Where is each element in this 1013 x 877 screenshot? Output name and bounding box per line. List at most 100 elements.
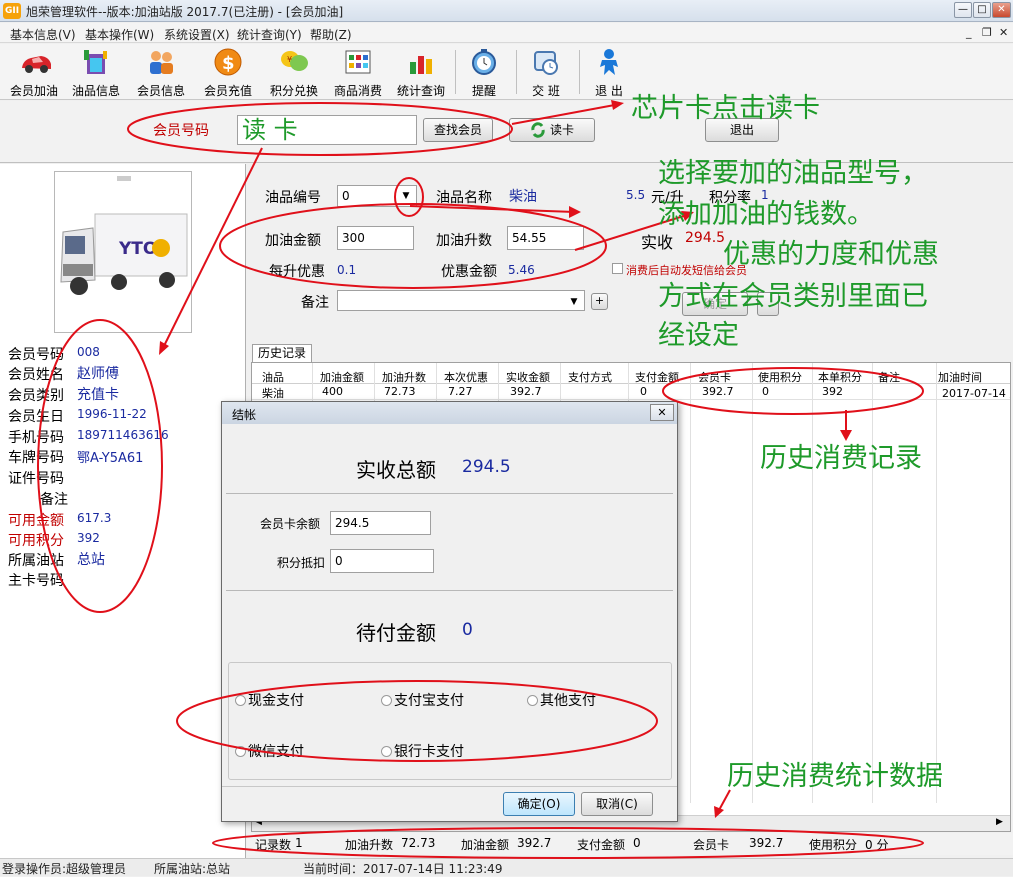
annotation-history-record: 历史消费记录: [760, 443, 922, 474]
toolbar-member-recharge[interactable]: $ 会员充值: [198, 48, 258, 98]
column-header[interactable]: 备注: [878, 369, 900, 385]
find-member-button[interactable]: 查找会员: [423, 118, 493, 142]
summary-liters-label: 加油升数: [345, 838, 394, 852]
toolbar-member-info[interactable]: 会员信息: [131, 48, 191, 98]
column-header[interactable]: 加油升数: [382, 369, 426, 385]
status-time: 当前时间：2017-07-14日 11:23:49: [303, 862, 503, 876]
menu-basic-ops[interactable]: 基本操作(W): [85, 26, 154, 43]
toolbar-exit[interactable]: 退 出: [579, 48, 639, 98]
mdi-restore-button[interactable]: ❐: [982, 26, 992, 39]
menu-settings[interactable]: 系统设置(X): [164, 26, 230, 43]
toolbar-member-fuel[interactable]: 会员加油: [4, 48, 64, 98]
radio-other-payment[interactable]: 其他支付: [527, 690, 596, 710]
table-cell: 柴油: [262, 387, 284, 400]
member-station-value: 总站: [77, 552, 105, 568]
toolbar-shift-change[interactable]: 交 班: [516, 48, 576, 98]
oil-icon: [81, 48, 111, 76]
app-icon: GII: [3, 3, 21, 19]
fuel-liters-label: 加油升数: [436, 233, 492, 249]
chevron-down-icon[interactable]: ▼: [398, 186, 414, 206]
member-available-points-label: 可用积分: [8, 533, 64, 549]
member-number-label: 会员号码: [153, 123, 209, 139]
annotation-chip-card: 芯片卡点击读卡: [631, 93, 820, 124]
mdi-minimize-button[interactable]: _: [966, 26, 972, 39]
radio-cash-payment[interactable]: 现金支付: [235, 690, 304, 710]
column-header[interactable]: 实收金额: [506, 369, 550, 385]
menu-basic-info[interactable]: 基本信息(V): [10, 26, 76, 43]
table-cell: 392.7: [510, 385, 542, 398]
toolbar-reminder[interactable]: 提醒: [454, 48, 514, 98]
maximize-button[interactable]: □: [973, 2, 991, 18]
member-photo: YTO: [54, 171, 192, 333]
fuel-liters-input[interactable]: 54.55: [507, 226, 584, 250]
dialog-total-label: 实收总额: [356, 458, 436, 482]
toolbar-points-exchange[interactable]: ¥ 积分兑换: [264, 48, 324, 98]
chevron-down-icon[interactable]: ▼: [566, 291, 582, 310]
remark-select[interactable]: ▼: [337, 290, 585, 311]
summary-count-label: 记录数: [255, 838, 292, 852]
sms-checkbox[interactable]: [612, 263, 623, 274]
column-header[interactable]: 加油时间: [938, 369, 982, 385]
member-phone-value: 189711463616: [77, 428, 169, 442]
fuel-code-select[interactable]: 0 ▼: [337, 185, 417, 207]
member-available-amount-value: 617.3: [77, 511, 112, 525]
refresh-icon: [530, 122, 546, 145]
minimize-button[interactable]: —: [954, 2, 972, 18]
add-remark-button[interactable]: +: [591, 293, 608, 310]
dialog-title-bar: 结帐 ✕: [222, 402, 677, 424]
column-header[interactable]: 使用积分: [758, 369, 802, 385]
discount-per-liter-label: 每升优惠: [269, 264, 325, 280]
discount-amount-value: 5.46: [508, 263, 535, 277]
table-cell: 72.73: [384, 385, 416, 398]
radio-wechat-payment[interactable]: 微信支付: [235, 741, 304, 761]
column-header[interactable]: 支付方式: [568, 369, 612, 385]
dialog-close-icon[interactable]: ✕: [650, 404, 674, 421]
member-number-input[interactable]: 读 卡: [237, 115, 417, 145]
column-header[interactable]: 本次优惠: [444, 369, 488, 385]
member-id-label: 证件号码: [8, 471, 64, 487]
radio-bankcard-payment[interactable]: 银行卡支付: [381, 741, 464, 761]
svg-text:¥: ¥: [287, 55, 292, 64]
menu-stats[interactable]: 统计查询(Y): [237, 26, 302, 43]
read-card-button[interactable]: 读卡: [509, 118, 595, 142]
column-header[interactable]: 支付金额: [635, 369, 679, 385]
column-header[interactable]: 会员卡: [698, 369, 731, 385]
exit-icon: [594, 48, 624, 76]
toolbar-fuel-info[interactable]: 油品信息: [66, 48, 126, 98]
column-header[interactable]: 加油金额: [320, 369, 364, 385]
scroll-right-icon[interactable]: ▶: [996, 817, 1003, 827]
annotation-discount-line1: 优惠的力度和优惠: [723, 239, 939, 270]
column-header[interactable]: 油品: [262, 369, 284, 385]
member-birthday-label: 会员生日: [8, 409, 64, 425]
svg-text:$: $: [222, 53, 235, 74]
column-header[interactable]: 本单积分: [818, 369, 862, 385]
fuel-amount-input[interactable]: 300: [337, 226, 414, 250]
card-balance-input[interactable]: 294.5: [330, 511, 431, 535]
photo-logo-text: YTO: [118, 239, 157, 259]
radio-alipay-payment[interactable]: 支付宝支付: [381, 690, 464, 710]
member-available-points-value: 392: [77, 531, 100, 545]
history-summary-bar: 记录数 1 加油升数 72.73 加油金额 392.7 支付金额 0 会员卡 3…: [247, 833, 1013, 855]
tab-history[interactable]: 历史记录: [252, 344, 312, 362]
summary-card-label: 会员卡: [693, 838, 730, 852]
dialog-ok-button[interactable]: 确定(O): [503, 792, 575, 816]
payment-method-group: 现金支付 支付宝支付 其他支付 微信支付 银行卡支付: [228, 662, 672, 780]
menu-help[interactable]: 帮助(Z): [310, 26, 352, 43]
member-main-card-label: 主卡号码: [8, 573, 64, 589]
dialog-cancel-button[interactable]: 取消(C): [581, 792, 653, 816]
summary-amount-label: 加油金额: [461, 838, 510, 852]
annotation-history-stats: 历史消费统计数据: [727, 761, 943, 792]
mdi-close-button[interactable]: ✕: [999, 26, 1008, 39]
fuel-code-label: 油品编号: [265, 190, 321, 206]
member-available-amount-label: 可用金额: [8, 513, 64, 529]
divider: [222, 786, 677, 787]
summary-liters-value: 72.73: [401, 836, 436, 850]
close-button[interactable]: ✕: [992, 2, 1011, 18]
member-number-value: 008: [77, 345, 100, 359]
toolbar-stats-query[interactable]: 统计查询: [391, 48, 451, 98]
toolbar-goods-consume[interactable]: 商品消费: [328, 48, 388, 98]
stats-icon: [406, 48, 436, 76]
points-deduct-input[interactable]: 0: [330, 549, 434, 573]
member-name-label: 会员姓名: [8, 367, 64, 383]
received-label: 实收: [641, 233, 674, 252]
